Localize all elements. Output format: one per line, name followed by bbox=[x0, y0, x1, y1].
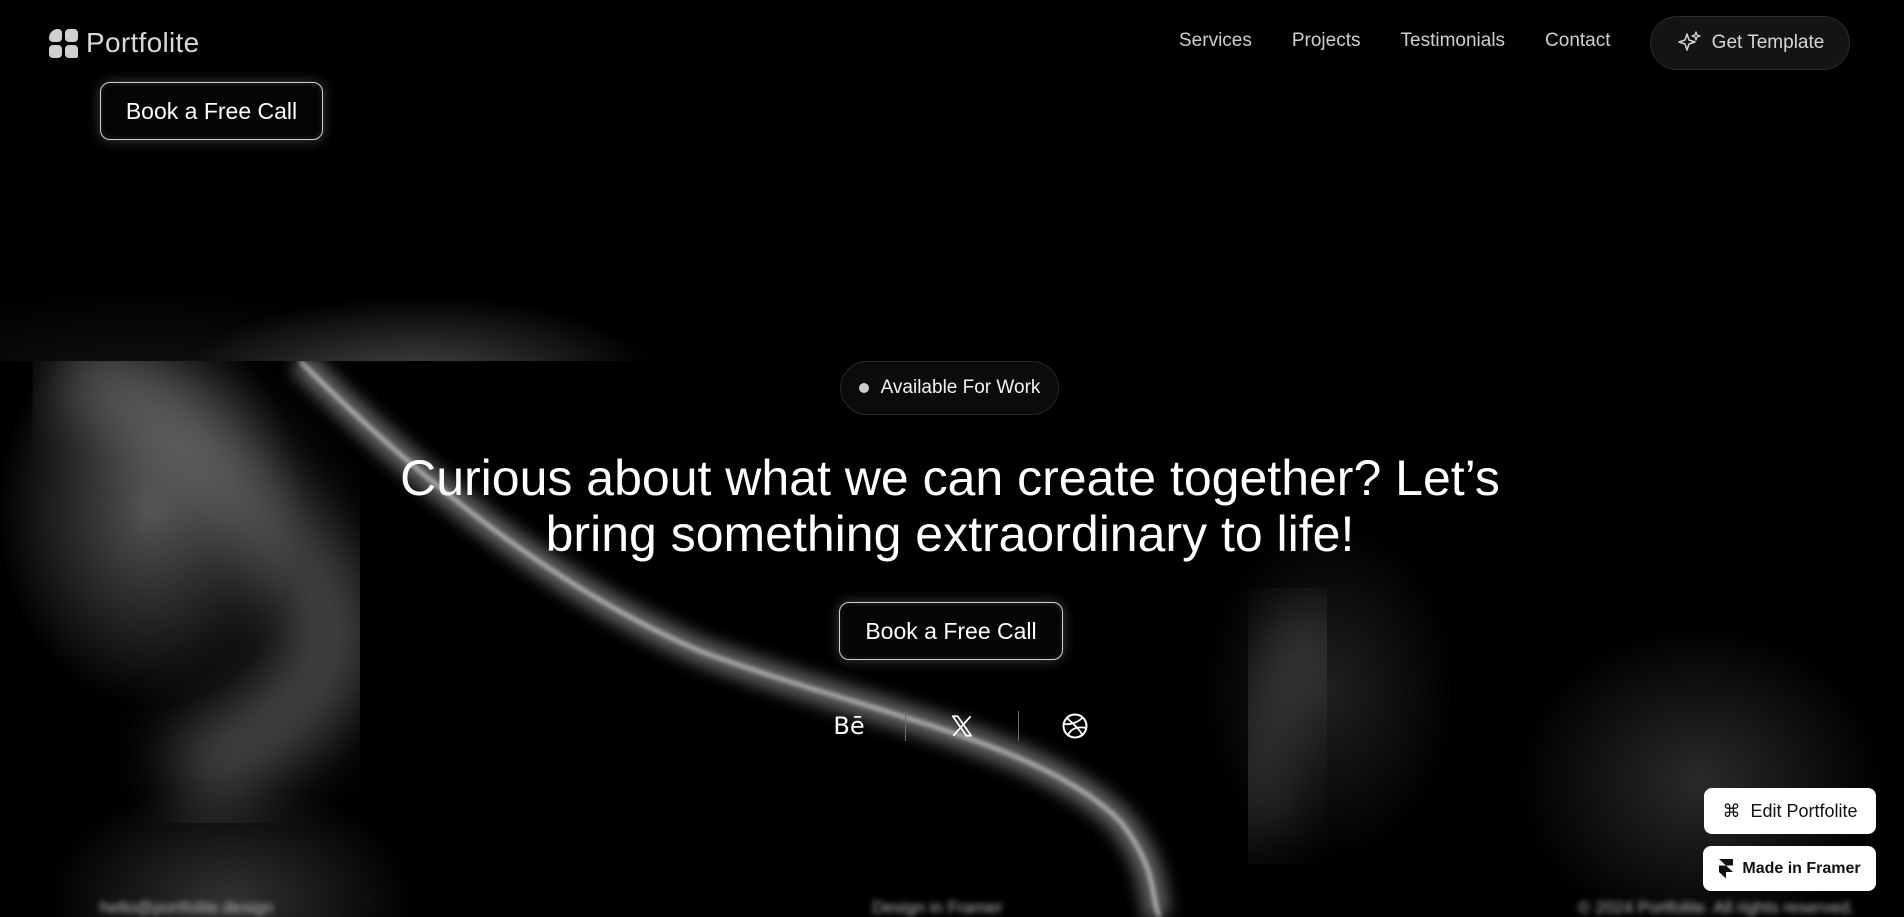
book-call-button-contact[interactable]: Book a Free Call bbox=[839, 602, 1063, 660]
behance-icon[interactable]: Bē bbox=[820, 708, 878, 744]
behance-label: Bē bbox=[833, 712, 865, 740]
footer-email[interactable]: hello@portfolite.design bbox=[100, 898, 273, 917]
headline-line-1: Curious about what we can create togethe… bbox=[400, 450, 1500, 506]
x-glyph bbox=[951, 715, 973, 737]
contact-headline: Curious about what we can create togethe… bbox=[400, 450, 1500, 562]
get-template-label: Get Template bbox=[1711, 32, 1825, 53]
brand-name: Portfolite bbox=[86, 27, 200, 58]
availability-text: Available For Work bbox=[880, 377, 1041, 398]
nav-link-testimonials[interactable]: Testimonials bbox=[1401, 30, 1506, 52]
x-twitter-icon[interactable] bbox=[933, 708, 991, 744]
dribbble-glyph bbox=[1062, 713, 1088, 739]
availability-badge: Available For Work bbox=[840, 361, 1059, 415]
social-links: Bē bbox=[820, 708, 1104, 744]
hero-section-bottom bbox=[0, 0, 1904, 361]
grid-logo-icon bbox=[49, 28, 78, 58]
get-template-button[interactable]: Get Template bbox=[1650, 16, 1850, 70]
framer-label: Made in Framer bbox=[1742, 859, 1861, 877]
book-call-button-hero[interactable]: Book a Free Call bbox=[100, 82, 323, 140]
framer-logo-icon bbox=[1719, 858, 1734, 878]
status-dot-icon bbox=[858, 383, 869, 393]
social-divider bbox=[1018, 711, 1019, 741]
nav-link-services[interactable]: Services bbox=[1179, 30, 1252, 52]
footer-credit: Design in Framer bbox=[872, 898, 1003, 917]
sparkle-icon bbox=[1677, 31, 1701, 51]
footer-copyright: © 2024 Portfolite. All rights reserved. bbox=[1578, 898, 1855, 917]
edit-label: Edit Portfolite bbox=[1750, 800, 1858, 821]
main-nav: Services Projects Testimonials Contact bbox=[1179, 30, 1611, 52]
headline-line-2: bring something extraordinary to life! bbox=[545, 506, 1355, 562]
brand-logo[interactable]: Portfolite bbox=[49, 27, 200, 59]
made-in-framer-button[interactable]: Made in Framer bbox=[1703, 846, 1876, 891]
edit-portfolite-button[interactable]: ⌘ Edit Portfolite bbox=[1704, 788, 1876, 834]
page: Portfolite Services Projects Testimonial… bbox=[0, 0, 1904, 917]
command-icon: ⌘ bbox=[1722, 800, 1741, 822]
social-divider bbox=[905, 711, 906, 741]
nav-link-projects[interactable]: Projects bbox=[1292, 30, 1361, 52]
nav-link-contact[interactable]: Contact bbox=[1545, 30, 1610, 52]
dribbble-icon[interactable] bbox=[1046, 708, 1104, 744]
